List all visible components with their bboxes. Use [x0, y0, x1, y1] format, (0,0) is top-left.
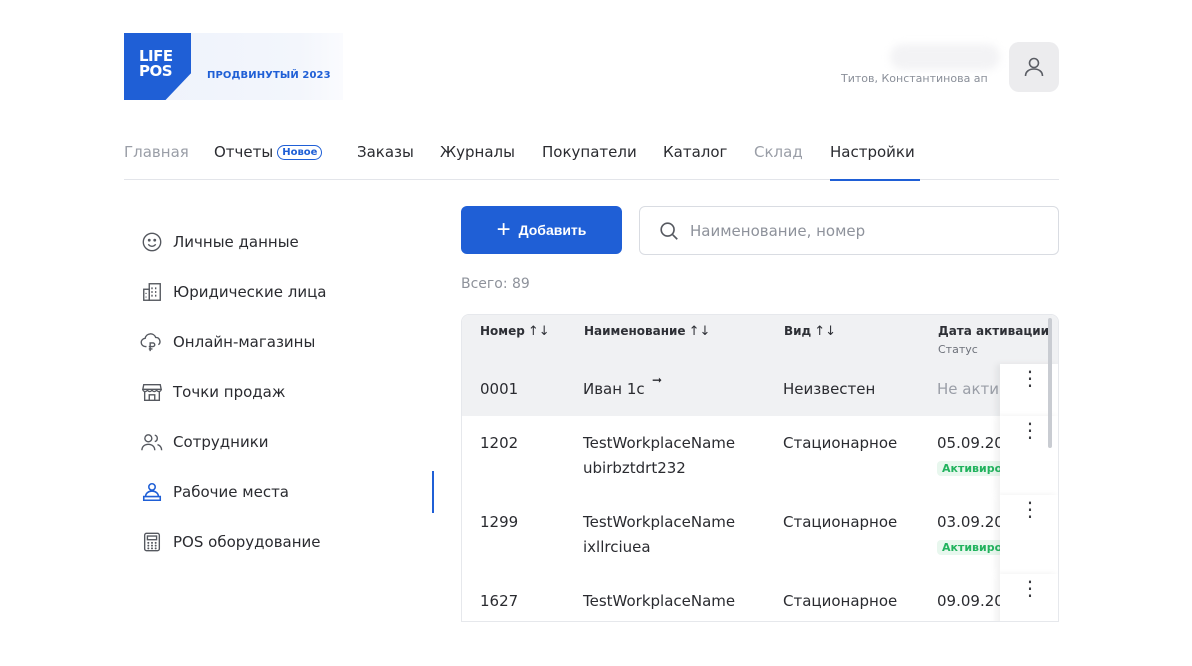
sidebar-item-label: Точки продаж — [173, 383, 286, 401]
tab-journals[interactable]: Журналы — [440, 141, 515, 180]
tab-catalog[interactable]: Каталог — [663, 141, 727, 180]
sort-icon: ↑↓ — [688, 324, 711, 339]
blurred-user-info — [890, 44, 1000, 70]
sidebar-item-sales-points[interactable]: Точки продаж — [140, 379, 285, 405]
tab-reports[interactable]: Отчеты Новое — [214, 141, 323, 180]
search-box[interactable] — [639, 206, 1059, 255]
tab-home[interactable]: Главная — [124, 141, 189, 180]
cloud-ruble-icon — [140, 330, 164, 354]
cell-date: 03.09.20 — [937, 513, 1004, 531]
cell-number: 0001 — [480, 380, 519, 398]
brand-logo[interactable]: LIFE POS ПРОДВИНУТЫЙ 2023 — [124, 33, 343, 100]
search-icon — [660, 221, 678, 240]
more-vertical-icon: ⋮ — [1020, 418, 1040, 442]
status-badge: Активиро — [937, 461, 1008, 476]
user-icon — [1024, 57, 1044, 77]
main-nav: Главная Отчеты Новое Заказы Журналы Покуп… — [124, 141, 1059, 181]
sidebar-item-online-stores[interactable]: Онлайн-магазины — [140, 329, 315, 355]
column-date-header[interactable]: Дата активации — [938, 324, 1049, 338]
column-status-header: Статус — [938, 343, 978, 356]
sort-icon: ↑↓ — [527, 324, 550, 339]
sidebar-item-label: Рабочие места — [173, 483, 289, 501]
table-row[interactable]: 1202 TestWorkplaceName ubirbztdrt232 Ста… — [462, 416, 1058, 495]
sidebar-item-label: Юридические лица — [173, 283, 327, 301]
cell-number: 1202 — [480, 434, 519, 452]
table-row[interactable]: 1627 TestWorkplaceName Стационарное 09.0… — [462, 574, 1058, 621]
cell-name-line2: ubirbztdrt232 — [583, 459, 686, 477]
cell-name-line2: ixllrciuea — [583, 538, 651, 556]
status-badge: Активиро — [937, 540, 1008, 555]
more-vertical-icon: ⋮ — [1020, 497, 1040, 521]
users-icon — [140, 430, 164, 454]
cursor-arrow-icon: ➞ — [652, 373, 663, 387]
plan-label: ПРОДВИНУТЫЙ 2023 — [207, 70, 331, 81]
smile-icon — [140, 230, 164, 254]
row-menu-button[interactable]: ⋮ — [1000, 495, 1058, 574]
logo-mark: LIFE POS — [124, 33, 191, 100]
cell-date: 09.09.20 — [937, 592, 1004, 610]
tab-settings[interactable]: Настройки — [830, 141, 920, 181]
column-type-header[interactable]: Вид ↑↓ — [784, 324, 836, 339]
tab-reports-label: Отчеты — [214, 143, 274, 161]
user-name: Титов, Константинова ап — [841, 72, 988, 85]
sort-icon: ↑↓ — [814, 324, 837, 339]
building-icon — [140, 280, 164, 304]
cell-name: Иван 1с — [583, 380, 645, 398]
row-menu-button[interactable]: ⋮ — [1000, 574, 1058, 621]
sidebar-item-label: POS оборудование — [173, 533, 321, 551]
cell-number: 1299 — [480, 513, 519, 531]
sidebar-active-indicator — [432, 471, 434, 513]
plus-icon: + — [496, 216, 511, 243]
new-badge: Новое — [277, 145, 323, 160]
workplaces-table: Номер ↑↓ Наименование ↑↓ Вид ↑↓ Дата актива… — [461, 314, 1059, 622]
table-header: Номер ↑↓ Наименование ↑↓ Вид ↑↓ Дата актива… — [462, 315, 1058, 364]
user-avatar-button[interactable] — [1009, 42, 1059, 92]
sidebar-item-legal-entities[interactable]: Юридические лица — [140, 279, 326, 305]
cell-type: Неизвестен — [783, 380, 876, 398]
cell-name-line1: TestWorkplaceName — [583, 434, 736, 452]
tab-orders[interactable]: Заказы — [357, 141, 414, 180]
cell-type: Стационарное — [783, 434, 898, 452]
cell-type: Стационарное — [783, 592, 898, 610]
sidebar-item-label: Онлайн-магазины — [173, 333, 316, 351]
table-row[interactable]: 0001 Иван 1с ➞ Неизвестен Не акти ⋮ — [462, 364, 1058, 416]
cell-date: Не акти — [937, 380, 1000, 398]
sidebar-item-workplaces[interactable]: Рабочие места — [140, 479, 289, 505]
table-row[interactable]: 1299 TestWorkplaceName ixllrciuea Стацио… — [462, 495, 1058, 574]
cell-number: 1627 — [480, 592, 519, 610]
sidebar-item-employees[interactable]: Сотрудники — [140, 429, 269, 455]
total-count: Всего: 89 — [461, 276, 530, 292]
column-name-header[interactable]: Наименование ↑↓ — [584, 324, 710, 339]
sidebar-item-label: Сотрудники — [173, 433, 269, 451]
sidebar-item-personal-data[interactable]: Личные данные — [140, 229, 299, 255]
add-button-label: Добавить — [518, 222, 587, 238]
sidebar-item-pos-equipment[interactable]: POS оборудование — [140, 529, 321, 555]
store-icon — [140, 380, 164, 404]
tab-warehouse[interactable]: Склад — [754, 141, 803, 180]
calculator-icon — [140, 530, 164, 554]
search-input[interactable] — [690, 221, 1030, 240]
table-scrollbar[interactable] — [1048, 318, 1052, 448]
more-vertical-icon: ⋮ — [1020, 366, 1040, 390]
sidebar-item-label: Личные данные — [173, 233, 299, 251]
add-button[interactable]: + Добавить — [461, 206, 622, 254]
cell-name-line1: TestWorkplaceName — [583, 513, 736, 531]
column-number-header[interactable]: Номер ↑↓ — [480, 324, 550, 339]
more-vertical-icon: ⋮ — [1020, 576, 1040, 600]
cell-type: Стационарное — [783, 513, 898, 531]
cell-date: 05.09.20 — [937, 434, 1004, 452]
cell-name-line1: TestWorkplaceName — [583, 592, 736, 610]
workplace-icon — [140, 480, 164, 504]
tab-customers[interactable]: Покупатели — [542, 141, 637, 180]
logo-line2: POS — [139, 62, 173, 80]
